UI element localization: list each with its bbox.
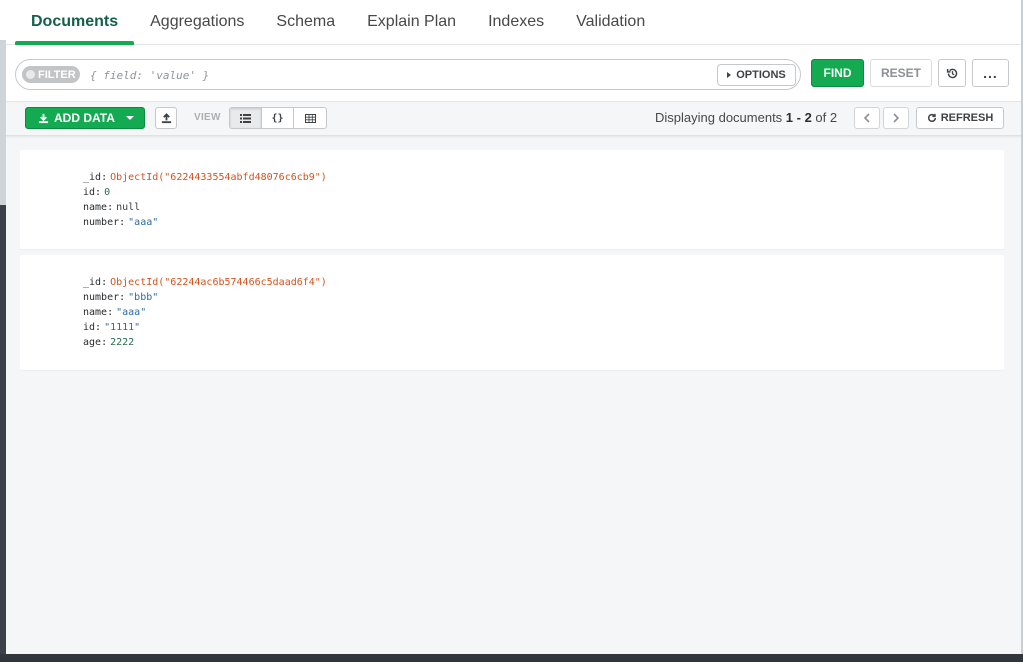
filter-label: FILTER: [38, 68, 76, 81]
view-list-button[interactable]: [230, 108, 262, 128]
tab-label: Aggregations: [150, 13, 245, 30]
field-value: ObjectId("6224433554abfd48076c6cb9"): [110, 172, 327, 183]
view-json-button[interactable]: {}: [262, 108, 294, 128]
document-field: number: "bbb": [83, 290, 1004, 305]
document-field: id: "1111": [83, 320, 1004, 335]
document-field: _id: ObjectId("6224433554abfd48076c6cb9"): [83, 170, 1004, 185]
more-options-button[interactable]: ...: [972, 59, 1009, 87]
view-mode-switcher: {}: [229, 107, 327, 129]
tab-documents[interactable]: Documents: [15, 0, 135, 45]
find-label: FIND: [823, 66, 852, 80]
reset-label: RESET: [880, 66, 921, 80]
options-label: OPTIONS: [736, 69, 786, 81]
field-value: "aaa": [128, 217, 159, 228]
tab-label: Indexes: [488, 13, 545, 30]
tab-explain-plan[interactable]: Explain Plan: [351, 0, 472, 44]
upload-icon: [161, 112, 171, 123]
paging-of: of: [811, 110, 830, 125]
add-data-label: ADD DATA: [54, 111, 115, 125]
field-separator: :: [101, 172, 108, 183]
export-button[interactable]: [155, 107, 177, 129]
field-separator: :: [107, 202, 114, 213]
field-value: 0: [104, 187, 111, 198]
refresh-icon: [927, 113, 936, 122]
next-page-button[interactable]: [883, 107, 909, 129]
view-table-button[interactable]: [294, 108, 326, 128]
list-icon: [240, 113, 251, 123]
tab-schema[interactable]: Schema: [260, 0, 351, 44]
chevron-left-icon: [863, 113, 870, 123]
document-field: name: null: [83, 200, 1004, 215]
paging-prefix: Displaying documents: [655, 110, 786, 125]
document-field: _id: ObjectId("62244ac6b574466c5daad6f4"): [83, 275, 1004, 290]
field-value: "bbb": [128, 292, 159, 303]
query-history-button[interactable]: [938, 59, 966, 87]
field-key: _id: [83, 172, 102, 183]
field-key: _id: [83, 277, 102, 288]
filter-toggle[interactable]: FILTER: [22, 66, 80, 83]
tab-label: Validation: [576, 13, 646, 30]
paging-total: 2: [829, 110, 838, 125]
field-separator: :: [95, 322, 102, 333]
tab-label: Explain Plan: [367, 13, 457, 30]
document-field: number: "aaa": [83, 215, 1004, 230]
document-field: name: "aaa": [83, 305, 1004, 320]
field-separator: :: [119, 217, 126, 228]
paging-status: Displaying documents 1 - 2 of 2: [655, 110, 837, 125]
field-key: number: [83, 217, 120, 228]
view-label: VIEW: [194, 112, 221, 123]
toggle-dot-icon: [26, 70, 35, 79]
field-value: null: [116, 202, 141, 213]
filter-box: FILTER OPTIONS: [15, 59, 801, 90]
tab-aggregations[interactable]: Aggregations: [134, 0, 260, 44]
document-list: _id: ObjectId("6224433554abfd48076c6cb9")…: [20, 150, 1004, 376]
document-field: id: 0: [83, 185, 1004, 200]
find-button[interactable]: FIND: [811, 59, 864, 87]
add-data-button[interactable]: ADD DATA: [25, 107, 145, 129]
document-card[interactable]: _id: ObjectId("62244ac6b574466c5daad6f4")…: [20, 255, 1004, 370]
field-key: id: [83, 187, 96, 198]
field-separator: :: [101, 337, 108, 348]
document-field: age: 2222: [83, 335, 1004, 350]
table-icon: [304, 113, 316, 123]
filter-input[interactable]: [90, 67, 690, 84]
paging-range: 1 - 2: [785, 110, 812, 125]
field-key: number: [83, 292, 120, 303]
history-icon: [946, 68, 957, 78]
field-value: ObjectId("62244ac6b574466c5daad6f4"): [110, 277, 327, 288]
collection-tabs: Documents Aggregations Schema Explain Pl…: [6, 0, 1022, 45]
tab-label: Documents: [31, 13, 119, 30]
json-icon: {}: [271, 112, 284, 124]
reset-button[interactable]: RESET: [870, 59, 932, 87]
query-bar: FILTER OPTIONS FIND RESET ...: [6, 45, 1022, 102]
tab-validation[interactable]: Validation: [560, 0, 661, 44]
field-value: "1111": [104, 322, 141, 333]
field-value: "aaa": [116, 307, 147, 318]
collection-view: Documents Aggregations Schema Explain Pl…: [6, 0, 1022, 654]
field-key: id: [83, 322, 96, 333]
chevron-right-icon: [893, 113, 900, 123]
field-separator: :: [107, 307, 114, 318]
tab-indexes[interactable]: Indexes: [472, 0, 560, 44]
field-separator: :: [101, 277, 108, 288]
options-button[interactable]: OPTIONS: [717, 64, 796, 86]
field-value: 2222: [110, 337, 135, 348]
field-separator: :: [95, 187, 102, 198]
tab-label: Schema: [276, 13, 336, 30]
refresh-button[interactable]: REFRESH: [916, 107, 1004, 129]
field-key: name: [83, 307, 108, 318]
chevron-down-icon: [125, 116, 134, 120]
more-label: ...: [983, 65, 998, 81]
documents-toolbar: ADD DATA VIEW {} Displaying documents 1 …: [6, 102, 1022, 136]
download-icon: [38, 113, 49, 123]
document-card[interactable]: _id: ObjectId("6224433554abfd48076c6cb9")…: [20, 150, 1004, 249]
field-key: name: [83, 202, 108, 213]
caret-right-icon: [727, 72, 732, 78]
window-bottom-bar: [0, 654, 1023, 662]
field-key: age: [83, 337, 102, 348]
field-separator: :: [119, 292, 126, 303]
refresh-label: REFRESH: [940, 112, 994, 124]
previous-page-button[interactable]: [854, 107, 880, 129]
